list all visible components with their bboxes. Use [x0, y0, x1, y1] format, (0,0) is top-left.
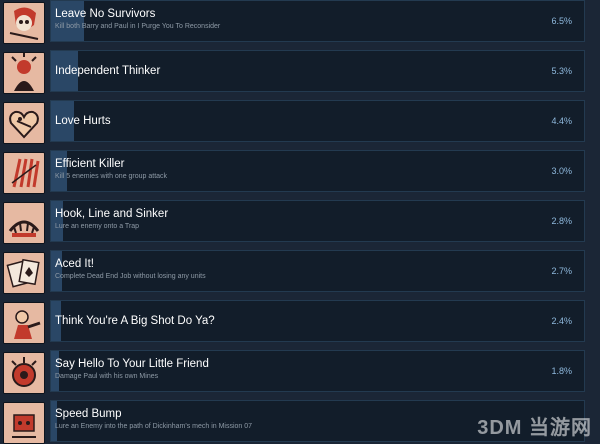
- achievement-description: Lure an Enemy into the path of Dickinham…: [55, 423, 253, 430]
- unlock-percentage: 2.4%: [551, 316, 572, 326]
- achievement-title: Speed Bump: [55, 408, 122, 420]
- achievement-panel: Independent Thinker 5.3%: [50, 50, 585, 92]
- exploding-head-icon: [3, 52, 45, 94]
- crashed-robot-icon: [3, 402, 45, 444]
- unlock-percentage: 6.5%: [551, 16, 572, 26]
- gunslinger-icon: [3, 302, 45, 344]
- achievement-panel: Hook, Line and Sinker Lure an enemy onto…: [50, 200, 585, 242]
- achievement-panel: Love Hurts 4.4%: [50, 100, 585, 142]
- progress-fill: [51, 351, 59, 391]
- achievement-title: Say Hello To Your Little Friend: [55, 358, 209, 370]
- bandaged-heart-icon: [3, 102, 45, 144]
- claw-marks-icon: [3, 152, 45, 194]
- progress-fill: [51, 151, 67, 191]
- achievement-row[interactable]: Say Hello To Your Little Friend Damage P…: [0, 350, 600, 394]
- achievement-panel: Efficient Killer Kill 5 enemies with one…: [50, 150, 585, 192]
- achievement-title: Efficient Killer: [55, 158, 125, 170]
- progress-fill: [51, 1, 84, 41]
- achievement-title: Think You're A Big Shot Do Ya?: [55, 315, 215, 327]
- achievement-row[interactable]: Leave No Survivors Kill both Barry and P…: [0, 0, 600, 44]
- playing-cards-icon: [3, 252, 45, 294]
- achievement-row[interactable]: Efficient Killer Kill 5 enemies with one…: [0, 150, 600, 194]
- achievement-title: Aced It!: [55, 258, 94, 270]
- achievement-panel: Say Hello To Your Little Friend Damage P…: [50, 350, 585, 392]
- achievement-title: Leave No Survivors: [55, 8, 156, 20]
- achievement-title: Love Hurts: [55, 115, 111, 127]
- achievement-row[interactable]: Independent Thinker 5.3%: [0, 50, 600, 94]
- progress-fill: [51, 251, 62, 291]
- achievement-row[interactable]: Aced It! Complete Dead End Job without l…: [0, 250, 600, 294]
- bear-trap-icon: [3, 202, 45, 244]
- unlock-percentage: 2.8%: [551, 216, 572, 226]
- achievement-title: Hook, Line and Sinker: [55, 208, 169, 220]
- unlock-percentage: 3.0%: [551, 166, 572, 176]
- unlock-percentage: 5.3%: [551, 66, 572, 76]
- achievement-panel: Aced It! Complete Dead End Job without l…: [50, 250, 585, 292]
- skull-bandana-icon: [3, 2, 45, 44]
- unlock-percentage: 2.7%: [551, 266, 572, 276]
- achievement-description: Kill 5 enemies with one group attack: [55, 173, 168, 180]
- landmine-icon: [3, 352, 45, 394]
- achievement-description: Lure an enemy onto a Trap: [55, 223, 140, 230]
- achievement-row[interactable]: Hook, Line and Sinker Lure an enemy onto…: [0, 200, 600, 244]
- progress-fill: [51, 201, 63, 241]
- achievement-description: Complete Dead End Job without losing any…: [55, 273, 206, 280]
- achievement-panel: Leave No Survivors Kill both Barry and P…: [50, 0, 585, 42]
- achievement-title: Independent Thinker: [55, 65, 161, 77]
- site-watermark: 3DM 当游网: [477, 417, 592, 439]
- achievement-description: Kill both Barry and Paul in I Purge You …: [55, 23, 221, 30]
- unlock-percentage: 1.8%: [551, 366, 572, 376]
- achievement-panel: Think You're A Big Shot Do Ya? 2.4%: [50, 300, 585, 342]
- achievement-row[interactable]: Love Hurts 4.4%: [0, 100, 600, 144]
- achievement-row[interactable]: Think You're A Big Shot Do Ya? 2.4%: [0, 300, 600, 344]
- unlock-percentage: 4.4%: [551, 116, 572, 126]
- progress-fill: [51, 401, 57, 441]
- achievement-description: Damage Paul with his own Mines: [55, 373, 159, 380]
